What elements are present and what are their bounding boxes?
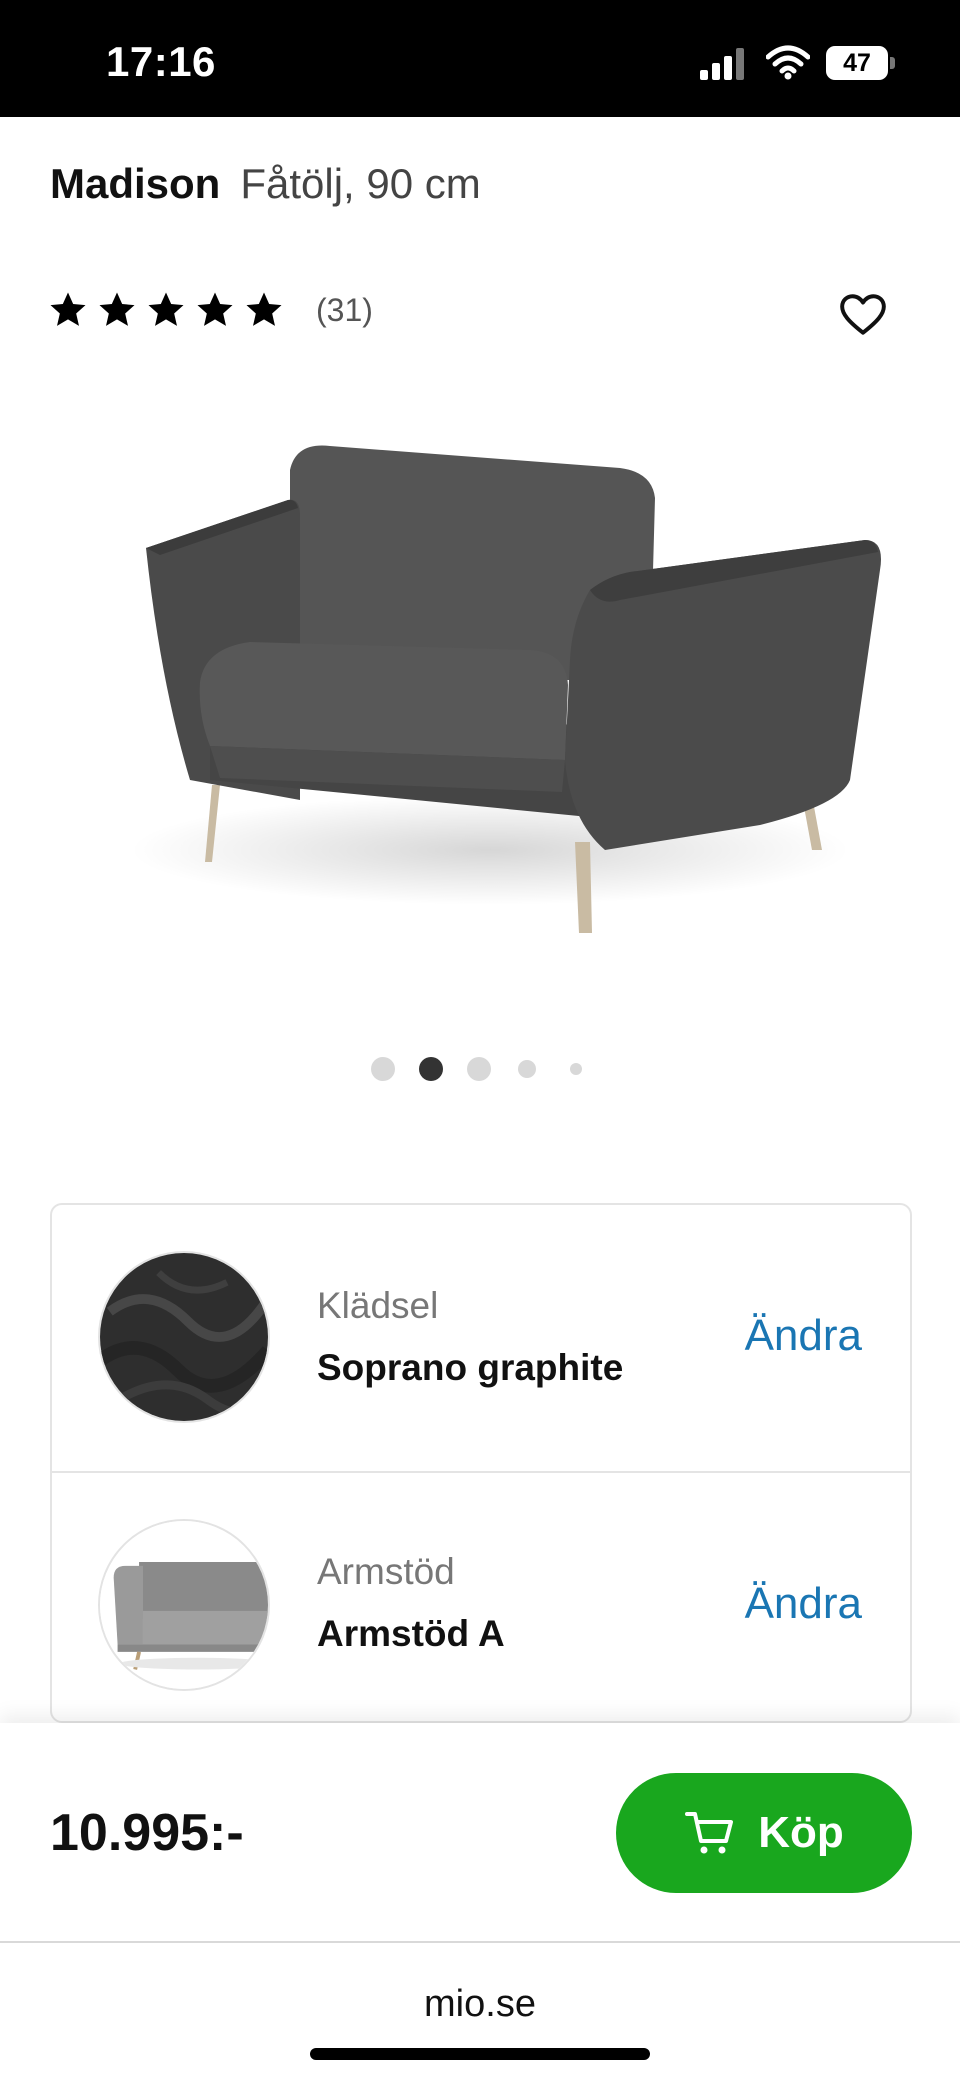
fabric-swatch-thumbnail	[98, 1251, 270, 1423]
purchase-bar: 10.995:- Köp	[0, 1723, 960, 1941]
battery-icon: 47	[826, 46, 896, 80]
product-header: Madison Fåtölj, 90 cm	[50, 160, 481, 208]
option-label: Armstöd	[317, 1551, 455, 1592]
buy-button[interactable]: Köp	[616, 1773, 912, 1893]
product-subtitle: Fåtölj, 90 cm	[240, 160, 481, 207]
star-icon	[197, 292, 233, 326]
wifi-icon	[766, 45, 810, 80]
carousel-dot[interactable]	[518, 1060, 536, 1078]
armrest-thumbnail	[98, 1519, 270, 1691]
battery-level: 47	[826, 46, 888, 80]
buy-label: Köp	[758, 1808, 844, 1857]
carousel-dot[interactable]	[371, 1057, 395, 1081]
product-image[interactable]	[60, 380, 900, 980]
option-row-upholstery[interactable]: Klädsel Soprano graphite Ändra	[52, 1205, 910, 1471]
star-icon	[148, 292, 184, 326]
option-value: Soprano graphite	[317, 1347, 624, 1388]
option-value: Armstöd A	[317, 1613, 505, 1654]
carousel-dot-active[interactable]	[419, 1057, 443, 1081]
star-icon	[246, 292, 282, 326]
status-time: 17:16	[106, 38, 216, 85]
cart-icon	[685, 1812, 734, 1854]
options-card: Klädsel Soprano graphite Ändra Armstöd A…	[50, 1203, 912, 1723]
home-indicator[interactable]	[310, 2048, 650, 2060]
battery-tip	[890, 57, 895, 69]
carousel-dot[interactable]	[570, 1063, 582, 1075]
signal-icon	[700, 48, 744, 80]
carousel-dot[interactable]	[467, 1057, 491, 1081]
option-label: Klädsel	[317, 1285, 439, 1326]
product-name: Madison	[50, 160, 221, 207]
change-upholstery-button[interactable]: Ändra	[745, 1311, 862, 1361]
rating-count: (31)	[316, 291, 373, 328]
rating[interactable]: (31)	[48, 290, 373, 330]
star-icon	[50, 292, 86, 326]
status-bar: 17:16 47	[0, 0, 960, 117]
heart-icon[interactable]	[838, 290, 888, 340]
star-icon	[99, 292, 135, 326]
carousel-dots[interactable]	[0, 1055, 960, 1081]
price: 10.995:-	[50, 1804, 244, 1862]
change-armrest-button[interactable]: Ändra	[745, 1579, 862, 1629]
option-row-armrest[interactable]: Armstöd Armstöd A Ändra	[52, 1471, 910, 1721]
url-text[interactable]: mio.se	[0, 1983, 960, 2026]
browser-bar: mio.se	[0, 1941, 960, 2079]
